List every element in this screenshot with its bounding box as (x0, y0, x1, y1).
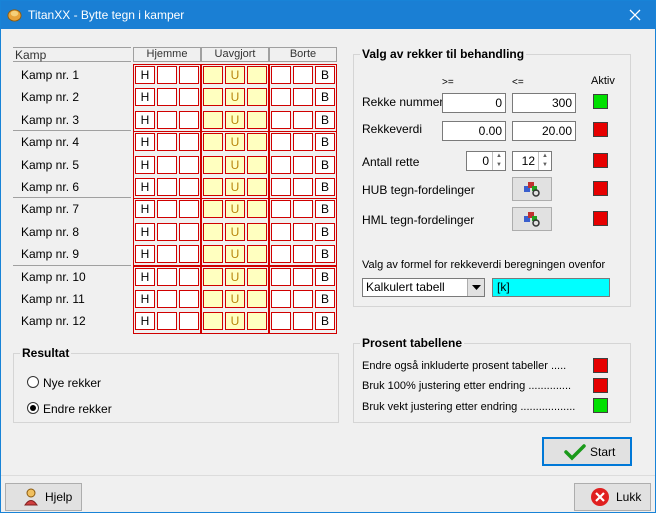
prosent-group-title: Prosent tabellene (360, 336, 465, 350)
rekke-nummer-aktiv-toggle[interactable] (593, 94, 608, 109)
close-window-button[interactable] (615, 1, 655, 29)
match-label: Kamp nr. 12 (21, 314, 86, 328)
col-le-label: <= (512, 77, 524, 88)
rekkeverdi-label: Rekkeverdi (362, 122, 423, 136)
bottom-divider (1, 475, 655, 476)
antall-rette-min-value: 0 (482, 154, 489, 168)
checkmark-icon (564, 443, 586, 460)
start-label: Start (590, 444, 616, 459)
antall-rette-max-spinner[interactable]: 12 ▲ ▼ (512, 151, 552, 171)
distribution-tool-icon (524, 182, 540, 197)
group-frame (201, 131, 269, 199)
valg-group-title: Valg av rekker til behandling (360, 47, 527, 61)
spinner-arrows[interactable]: ▲ ▼ (538, 152, 551, 170)
nye-rekker-label: Nye rekker (43, 376, 102, 390)
endre-rekker-label: Endre rekker (43, 402, 112, 416)
group-frame (133, 131, 201, 199)
window-title: TitanXX - Bytte tegn i kamper (28, 8, 185, 22)
col-ge-label: >= (442, 77, 454, 88)
lukk-label: Lukk (616, 490, 642, 504)
rekke-nummer-label: Rekke nummer (362, 95, 444, 109)
match-label: Kamp nr. 4 (21, 135, 80, 149)
match-label: Kamp nr. 1 (21, 68, 80, 82)
col-aktiv-label: Aktiv (591, 75, 615, 87)
hjelp-label: Hjelp (45, 490, 73, 504)
title-bar: TitanXX - Bytte tegn i kamper (1, 1, 655, 29)
group-frame (133, 198, 201, 266)
spinner-arrows[interactable]: ▲ ▼ (492, 152, 505, 170)
help-person-icon (24, 488, 38, 506)
hml-aktiv-toggle[interactable] (593, 211, 608, 226)
group-frame (269, 131, 337, 199)
app-icon (7, 9, 22, 22)
hub-edit-button[interactable] (512, 177, 552, 201)
hub-aktiv-toggle[interactable] (593, 181, 608, 196)
group-frame (201, 266, 269, 334)
match-label: Kamp nr. 5 (21, 158, 80, 172)
match-label: Kamp nr. 9 (21, 247, 80, 261)
uavgjort-header: Uavgjort (201, 47, 269, 62)
antall-rette-max-value: 12 (521, 154, 535, 168)
match-label: Kamp nr. 6 (21, 180, 80, 194)
rekkeverdi-min-input[interactable]: 0.00 (442, 121, 506, 141)
resultat-group-title: Resultat (20, 346, 72, 360)
rekkeverdi-aktiv-toggle[interactable] (593, 122, 608, 137)
group-frame (201, 64, 269, 132)
borte-header: Borte (269, 47, 337, 62)
group-frame (133, 64, 201, 132)
distribution-tool-icon (524, 212, 540, 227)
group-frame (269, 266, 337, 334)
antall-rette-label: Antall rette (362, 155, 420, 169)
match-label: Kamp nr. 11 (21, 292, 85, 306)
close-circle-icon (591, 488, 609, 506)
match-label: Kamp nr. 7 (21, 202, 80, 216)
group-separator (13, 197, 131, 198)
prosent-row-label: Bruk 100% justering etter endring ......… (362, 380, 572, 392)
antall-rette-min-spinner[interactable]: 0 ▲ ▼ (466, 151, 506, 171)
lukk-button[interactable]: Lukk (574, 483, 651, 511)
chevron-down-icon[interactable] (467, 279, 484, 296)
close-icon (629, 9, 641, 21)
start-button[interactable]: Start (542, 437, 632, 466)
match-label: Kamp nr. 2 (21, 90, 80, 104)
endre-prosent-toggle[interactable] (593, 358, 608, 373)
hml-label: HML tegn-fordelinger (362, 213, 475, 227)
group-frame (269, 64, 337, 132)
group-frame (133, 266, 201, 334)
group-separator (13, 265, 131, 266)
hjelp-button[interactable]: Hjelp (5, 483, 82, 511)
rekkeverdi-max-input[interactable]: 20.00 (512, 121, 576, 141)
kamp-header: Kamp (13, 47, 131, 62)
formel-value-field[interactable]: [k] (492, 278, 610, 297)
hjemme-header: Hjemme (133, 47, 201, 62)
group-frame (201, 198, 269, 266)
match-label: Kamp nr. 3 (21, 113, 80, 127)
match-label: Kamp nr. 10 (21, 270, 86, 284)
hml-edit-button[interactable] (512, 207, 552, 231)
antall-rette-aktiv-toggle[interactable] (593, 153, 608, 168)
prosent-row-label: Bruk vekt justering etter endring ......… (362, 401, 576, 413)
nye-rekker-radio[interactable] (27, 376, 39, 388)
formel-select[interactable]: Kalkulert tabell (362, 278, 485, 297)
rekke-nummer-max-input[interactable]: 300 (512, 93, 576, 113)
group-frame (269, 198, 337, 266)
vekt-justering-toggle[interactable] (593, 398, 608, 413)
match-label: Kamp nr. 8 (21, 225, 80, 239)
rekke-nummer-min-input[interactable]: 0 (442, 93, 506, 113)
group-separator (13, 130, 131, 131)
formel-label: Valg av formel for rekkeverdi beregninge… (362, 259, 606, 271)
prosent-row-label: Endre også inkluderte prosent tabeller .… (362, 360, 567, 372)
endre-rekker-radio[interactable] (27, 402, 39, 414)
dialog-window: TitanXX - Bytte tegn i kamper Kamp Hjemm… (0, 0, 656, 513)
hub-label: HUB tegn-fordelinger (362, 183, 475, 197)
justering-100-toggle[interactable] (593, 378, 608, 393)
formel-select-value: Kalkulert tabell (366, 280, 445, 294)
